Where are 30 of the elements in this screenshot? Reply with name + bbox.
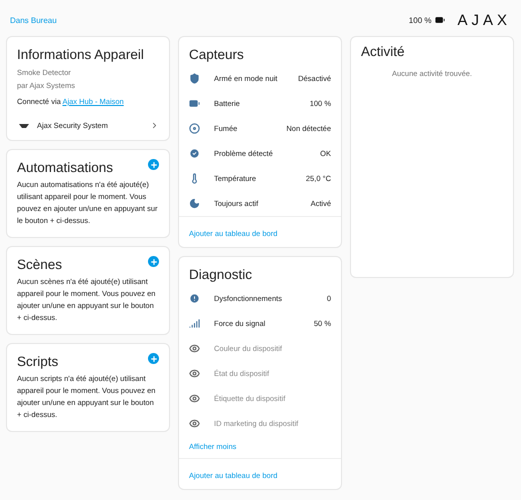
battery-reading: 100 % <box>408 16 432 24</box>
integration-logo-icon <box>19 124 29 128</box>
card-title: Diagnostic <box>188 266 254 284</box>
eye-icon <box>189 393 200 404</box>
add-button[interactable] <box>148 159 159 170</box>
add-button[interactable] <box>148 353 159 364</box>
plus-icon <box>150 160 158 168</box>
alert-icon <box>189 293 200 304</box>
plus-icon <box>150 258 158 266</box>
signal-icon <box>189 318 200 329</box>
moon-icon <box>189 198 200 209</box>
card-title: Activité <box>360 43 406 61</box>
eye-icon <box>189 343 200 354</box>
card-title: Automatisations <box>16 159 114 177</box>
eye-icon <box>189 368 200 379</box>
logo: AJAX <box>457 12 511 28</box>
add-button[interactable] <box>148 256 159 267</box>
battery-icon <box>189 98 200 109</box>
battery-icon <box>435 15 446 25</box>
card-title: Capteurs <box>188 46 245 64</box>
card-title: Scènes <box>16 256 64 274</box>
plus-icon <box>150 354 158 362</box>
shield-icon <box>189 73 200 84</box>
card-title: Scripts <box>16 353 60 371</box>
smoke-detector-icon <box>189 123 200 134</box>
check-circle-icon <box>189 148 200 159</box>
eye-icon <box>189 418 200 429</box>
chevron-right-icon <box>150 121 159 130</box>
thermometer-icon <box>189 173 200 184</box>
card-title: Informations Appareil <box>16 46 145 64</box>
